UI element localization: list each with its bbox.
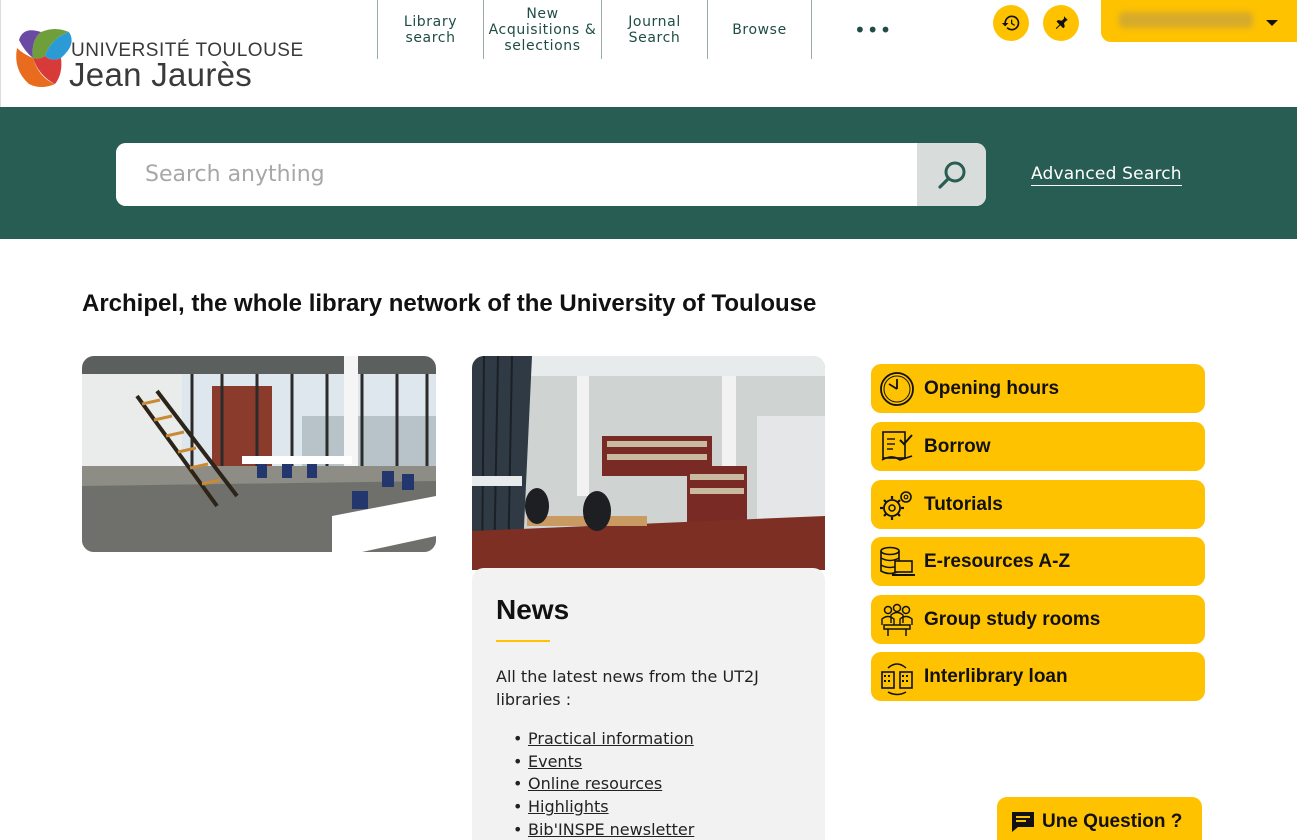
user-menu-button[interactable] (1101, 0, 1297, 42)
nav-item-library-search[interactable]: Library search (377, 0, 483, 59)
quick-link-group-study-rooms[interactable]: Group study rooms (871, 595, 1205, 644)
search-icon (937, 161, 965, 189)
news-link-practical-information[interactable]: Practical information (528, 729, 694, 748)
header: UNIVERSITÉ TOULOUSE Jean Jaurès Library … (0, 0, 1297, 107)
clock-icon (876, 368, 918, 410)
search-box (116, 143, 986, 206)
ask-question-label: Une Question ? (1042, 811, 1183, 832)
buildings-exchange-icon (876, 656, 918, 698)
news-links-list: Practical information Events Online reso… (513, 728, 694, 840)
quick-link-label: Tutorials (924, 493, 1003, 515)
news-link-online-resources[interactable]: Online resources (528, 774, 662, 793)
main-nav: Library search New Acquisitions & select… (377, 0, 812, 59)
search-button[interactable] (917, 143, 986, 206)
quick-link-label: E-resources A-Z (924, 550, 1071, 572)
gears-icon (876, 484, 918, 526)
news-title-underline (496, 640, 550, 642)
quick-link-opening-hours[interactable]: Opening hours (871, 364, 1205, 413)
news-link-highlights[interactable]: Highlights (528, 797, 609, 816)
news-description: All the latest news from the UT2J librar… (496, 667, 759, 709)
news-link-bibinspe-newsletter[interactable]: Bib'INSPE newsletter (528, 820, 694, 839)
quick-link-label: Interlibrary loan (924, 665, 1068, 687)
list-item: Practical information (513, 728, 694, 751)
quick-link-interlibrary-loan[interactable]: Interlibrary loan (871, 652, 1205, 701)
library-photo-staircase (82, 356, 436, 552)
list-item: Online resources (513, 773, 694, 796)
list-item: Bib'INSPE newsletter (513, 819, 694, 840)
search-input[interactable] (116, 143, 917, 206)
borrow-icon (876, 426, 918, 468)
news-link-events[interactable]: Events (528, 752, 582, 771)
university-logo[interactable]: UNIVERSITÉ TOULOUSE Jean Jaurès (11, 18, 303, 93)
list-item: Events (513, 751, 694, 774)
nav-item-browse[interactable]: Browse (707, 0, 812, 59)
quick-link-label: Borrow (924, 435, 991, 457)
quick-link-tutorials[interactable]: Tutorials (871, 480, 1205, 529)
ask-question-button[interactable]: Une Question ? (997, 797, 1202, 840)
logo-text-line2: Jean Jaurès (69, 56, 253, 93)
user-name-redacted (1119, 12, 1253, 28)
quick-link-label: Opening hours (924, 377, 1060, 399)
history-icon (1001, 15, 1020, 31)
quick-link-e-resources[interactable]: E-resources A-Z (871, 537, 1205, 586)
library-photo-reading-room (472, 356, 825, 570)
quick-link-borrow[interactable]: Borrow (871, 422, 1205, 471)
pin-icon (1055, 16, 1068, 29)
advanced-search-link[interactable]: Advanced Search (1031, 164, 1182, 186)
chat-icon (1010, 810, 1036, 834)
group-study-icon (876, 599, 918, 641)
nav-item-new-acquisitions[interactable]: New Acquisitions & selections (483, 0, 601, 59)
list-item: Highlights (513, 796, 694, 819)
pinned-items-button[interactable] (1043, 5, 1079, 41)
database-laptop-icon (876, 541, 918, 583)
nav-item-journal-search[interactable]: Journal Search (601, 0, 707, 59)
page-title: Archipel, the whole library network of t… (82, 290, 817, 317)
news-title: News (496, 594, 570, 625)
quick-link-label: Group study rooms (924, 608, 1101, 630)
history-button[interactable] (993, 5, 1029, 41)
more-nav-button[interactable]: ••• (854, 18, 892, 42)
search-band: Advanced Search (0, 107, 1297, 239)
chevron-down-icon (1266, 20, 1278, 26)
news-card: News All the latest news from the UT2J l… (472, 568, 825, 840)
